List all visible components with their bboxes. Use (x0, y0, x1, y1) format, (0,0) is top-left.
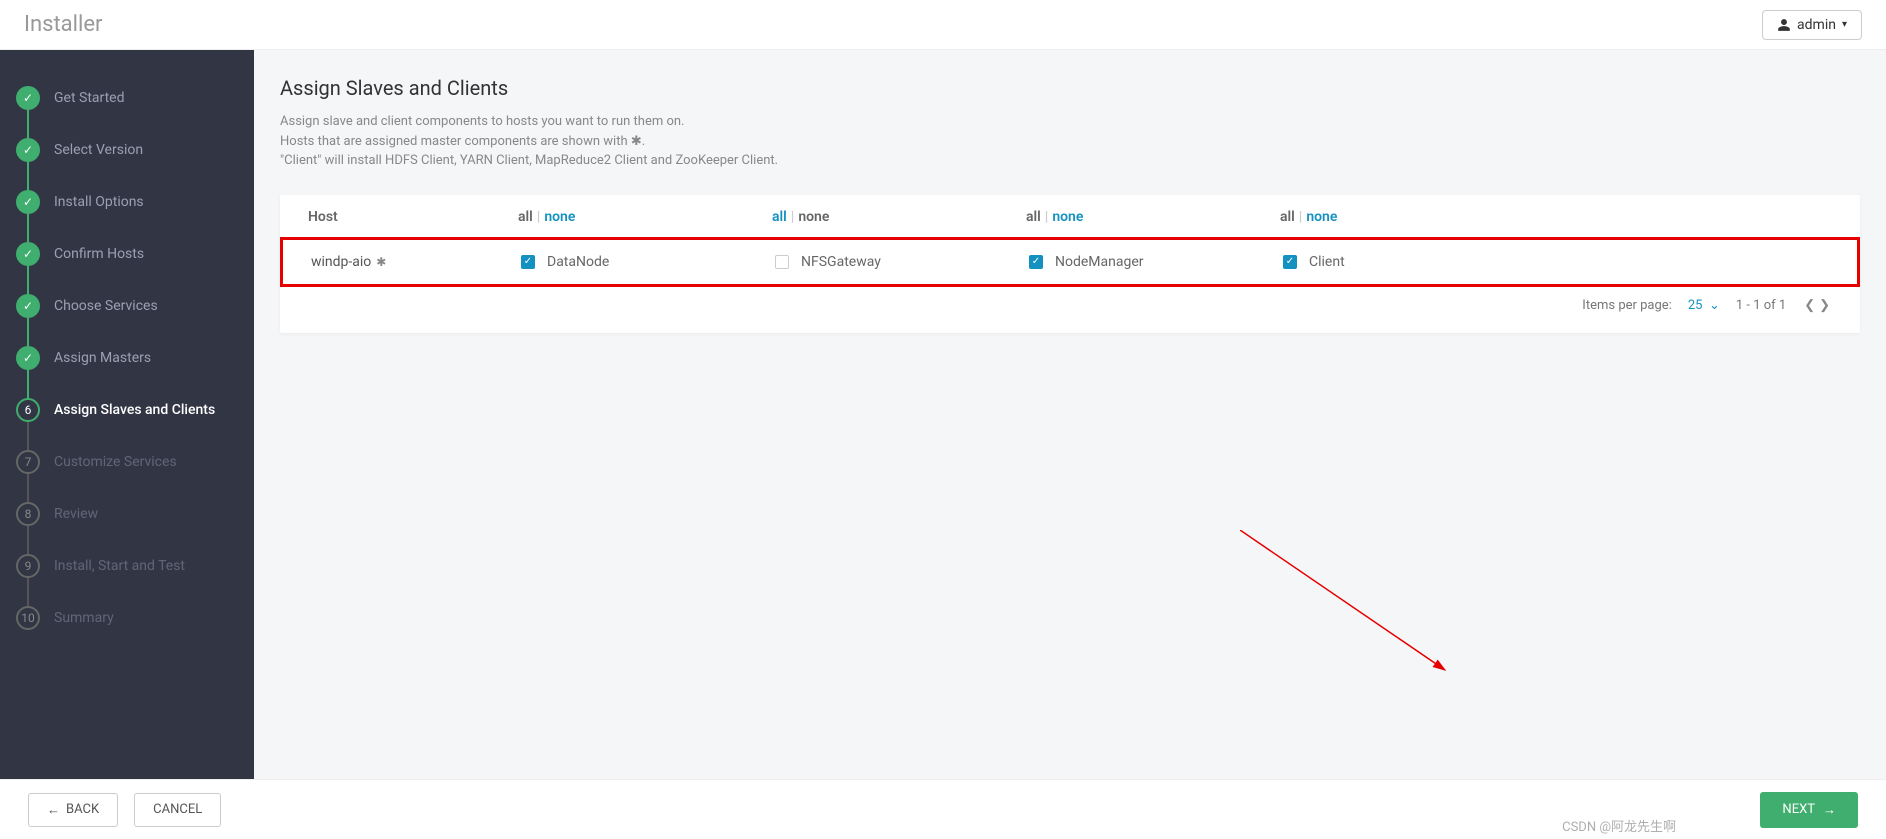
component-checkbox[interactable]: ✓ (1283, 255, 1297, 269)
component-checkbox[interactable]: ✓ (1029, 255, 1043, 269)
assignment-cell: NFSGateway (775, 254, 1029, 270)
step-label: Install Options (54, 194, 144, 210)
next-page-button[interactable]: ❯ (1817, 298, 1832, 313)
arrow-right-icon: → (1823, 802, 1836, 818)
wizard-step: 7 Customize Services (16, 436, 238, 488)
check-icon: ✓ (16, 346, 40, 370)
app-header: Installer admin ▾ (0, 0, 1886, 50)
assignment-panel: Hostall|noneall|noneall|noneall|none win… (280, 195, 1860, 333)
assignment-cell: ✓ NodeManager (1029, 254, 1283, 270)
step-label: Assign Slaves and Clients (54, 402, 215, 418)
page-nav: ❮❯ (1802, 298, 1832, 313)
cancel-button[interactable]: CANCEL (134, 793, 221, 827)
wizard-step[interactable]: ✓ Install Options (16, 176, 238, 228)
select-none-link[interactable]: none (1052, 209, 1083, 225)
select-none-link[interactable]: none (544, 209, 575, 225)
check-icon: ✓ (16, 138, 40, 162)
step-label: Choose Services (54, 298, 158, 314)
select-all-link[interactable]: all (1026, 209, 1041, 225)
table-row: windp-aio ✱✓DataNodeNFSGateway✓NodeManag… (280, 237, 1860, 287)
step-number: 8 (16, 502, 40, 526)
check-icon: ✓ (16, 86, 40, 110)
step-number: 7 (16, 450, 40, 474)
component-checkbox[interactable] (775, 255, 789, 269)
step-label: Install, Start and Test (54, 558, 185, 574)
wizard-step[interactable]: ✓ Get Started (16, 72, 238, 124)
wizard-step: 8 Review (16, 488, 238, 540)
wizard-step[interactable]: ✓ Select Version (16, 124, 238, 176)
step-number: 9 (16, 554, 40, 578)
select-none-link[interactable]: none (1306, 209, 1337, 225)
column-header: all|none (518, 209, 772, 225)
step-number: 6 (16, 398, 40, 422)
desc-line-2: Hosts that are assigned master component… (280, 132, 1860, 152)
desc-line-3: "Client" will install HDFS Client, YARN … (280, 151, 1860, 171)
component-label: NFSGateway (801, 254, 881, 270)
watermark: CSDN @阿龙先生啊 (1562, 816, 1676, 835)
wizard-step[interactable]: ✓ Assign Masters (16, 332, 238, 384)
assignment-cell: ✓ Client (1283, 254, 1829, 270)
page-title: Assign Slaves and Clients (280, 76, 1860, 100)
table-header-row: Hostall|noneall|noneall|noneall|none (280, 195, 1860, 240)
items-per-page-label: Items per page: (1582, 298, 1672, 313)
check-icon: ✓ (16, 242, 40, 266)
wizard-step: 10 Summary (16, 592, 238, 644)
select-none-link[interactable]: none (798, 209, 829, 225)
column-header: all|none (1026, 209, 1280, 225)
column-header-host: Host (308, 209, 518, 225)
check-icon: ✓ (16, 190, 40, 214)
pagination: Items per page: 25 ⌄ 1 - 1 of 1 ❮❯ (280, 284, 1860, 313)
component-label: NodeManager (1055, 254, 1144, 270)
master-indicator-icon: ✱ (373, 255, 386, 269)
check-icon: ✓ (16, 294, 40, 318)
step-label: Review (54, 506, 98, 522)
items-per-page-select[interactable]: 25 ⌄ (1688, 298, 1720, 313)
step-label: Confirm Hosts (54, 246, 144, 262)
assignment-cell: ✓ DataNode (521, 254, 775, 270)
wizard-sidebar: ✓ Get Started ✓ Select Version ✓ Install Opti… (0, 50, 254, 779)
page-range: 1 - 1 of 1 (1736, 298, 1786, 313)
user-menu-button[interactable]: admin ▾ (1762, 10, 1862, 40)
host-cell: windp-aio ✱ (311, 254, 521, 270)
component-label: Client (1309, 254, 1345, 270)
component-label: DataNode (547, 254, 609, 270)
wizard-step[interactable]: ✓ Choose Services (16, 280, 238, 332)
step-label: Assign Masters (54, 350, 151, 366)
step-number: 10 (16, 606, 40, 630)
back-button[interactable]: ←BACK (28, 793, 118, 827)
wizard-step: 9 Install, Start and Test (16, 540, 238, 592)
wizard-step: 6 Assign Slaves and Clients (16, 384, 238, 436)
desc-line-1: Assign slave and client components to ho… (280, 112, 1860, 132)
main-content: Assign Slaves and Clients Assign slave a… (254, 50, 1886, 779)
step-label: Summary (54, 610, 114, 626)
step-label: Customize Services (54, 454, 177, 470)
page-description: Assign slave and client components to ho… (280, 112, 1860, 171)
column-header: all|none (772, 209, 1026, 225)
component-checkbox[interactable]: ✓ (521, 255, 535, 269)
step-label: Select Version (54, 142, 143, 158)
prev-page-button[interactable]: ❮ (1802, 298, 1817, 313)
chevron-down-icon: ⌄ (1709, 298, 1720, 313)
arrow-left-icon: ← (47, 802, 60, 818)
wizard-step[interactable]: ✓ Confirm Hosts (16, 228, 238, 280)
step-label: Get Started (54, 90, 125, 106)
user-icon (1777, 18, 1791, 32)
app-title: Installer (24, 12, 102, 37)
select-all-link[interactable]: all (772, 209, 787, 225)
asterisk-icon: ✱ (631, 134, 642, 149)
user-name: admin (1797, 17, 1836, 33)
select-all-link[interactable]: all (518, 209, 533, 225)
column-header: all|none (1280, 209, 1832, 225)
next-button[interactable]: NEXT→ (1760, 792, 1858, 828)
select-all-link[interactable]: all (1280, 209, 1295, 225)
caret-down-icon: ▾ (1842, 19, 1847, 30)
